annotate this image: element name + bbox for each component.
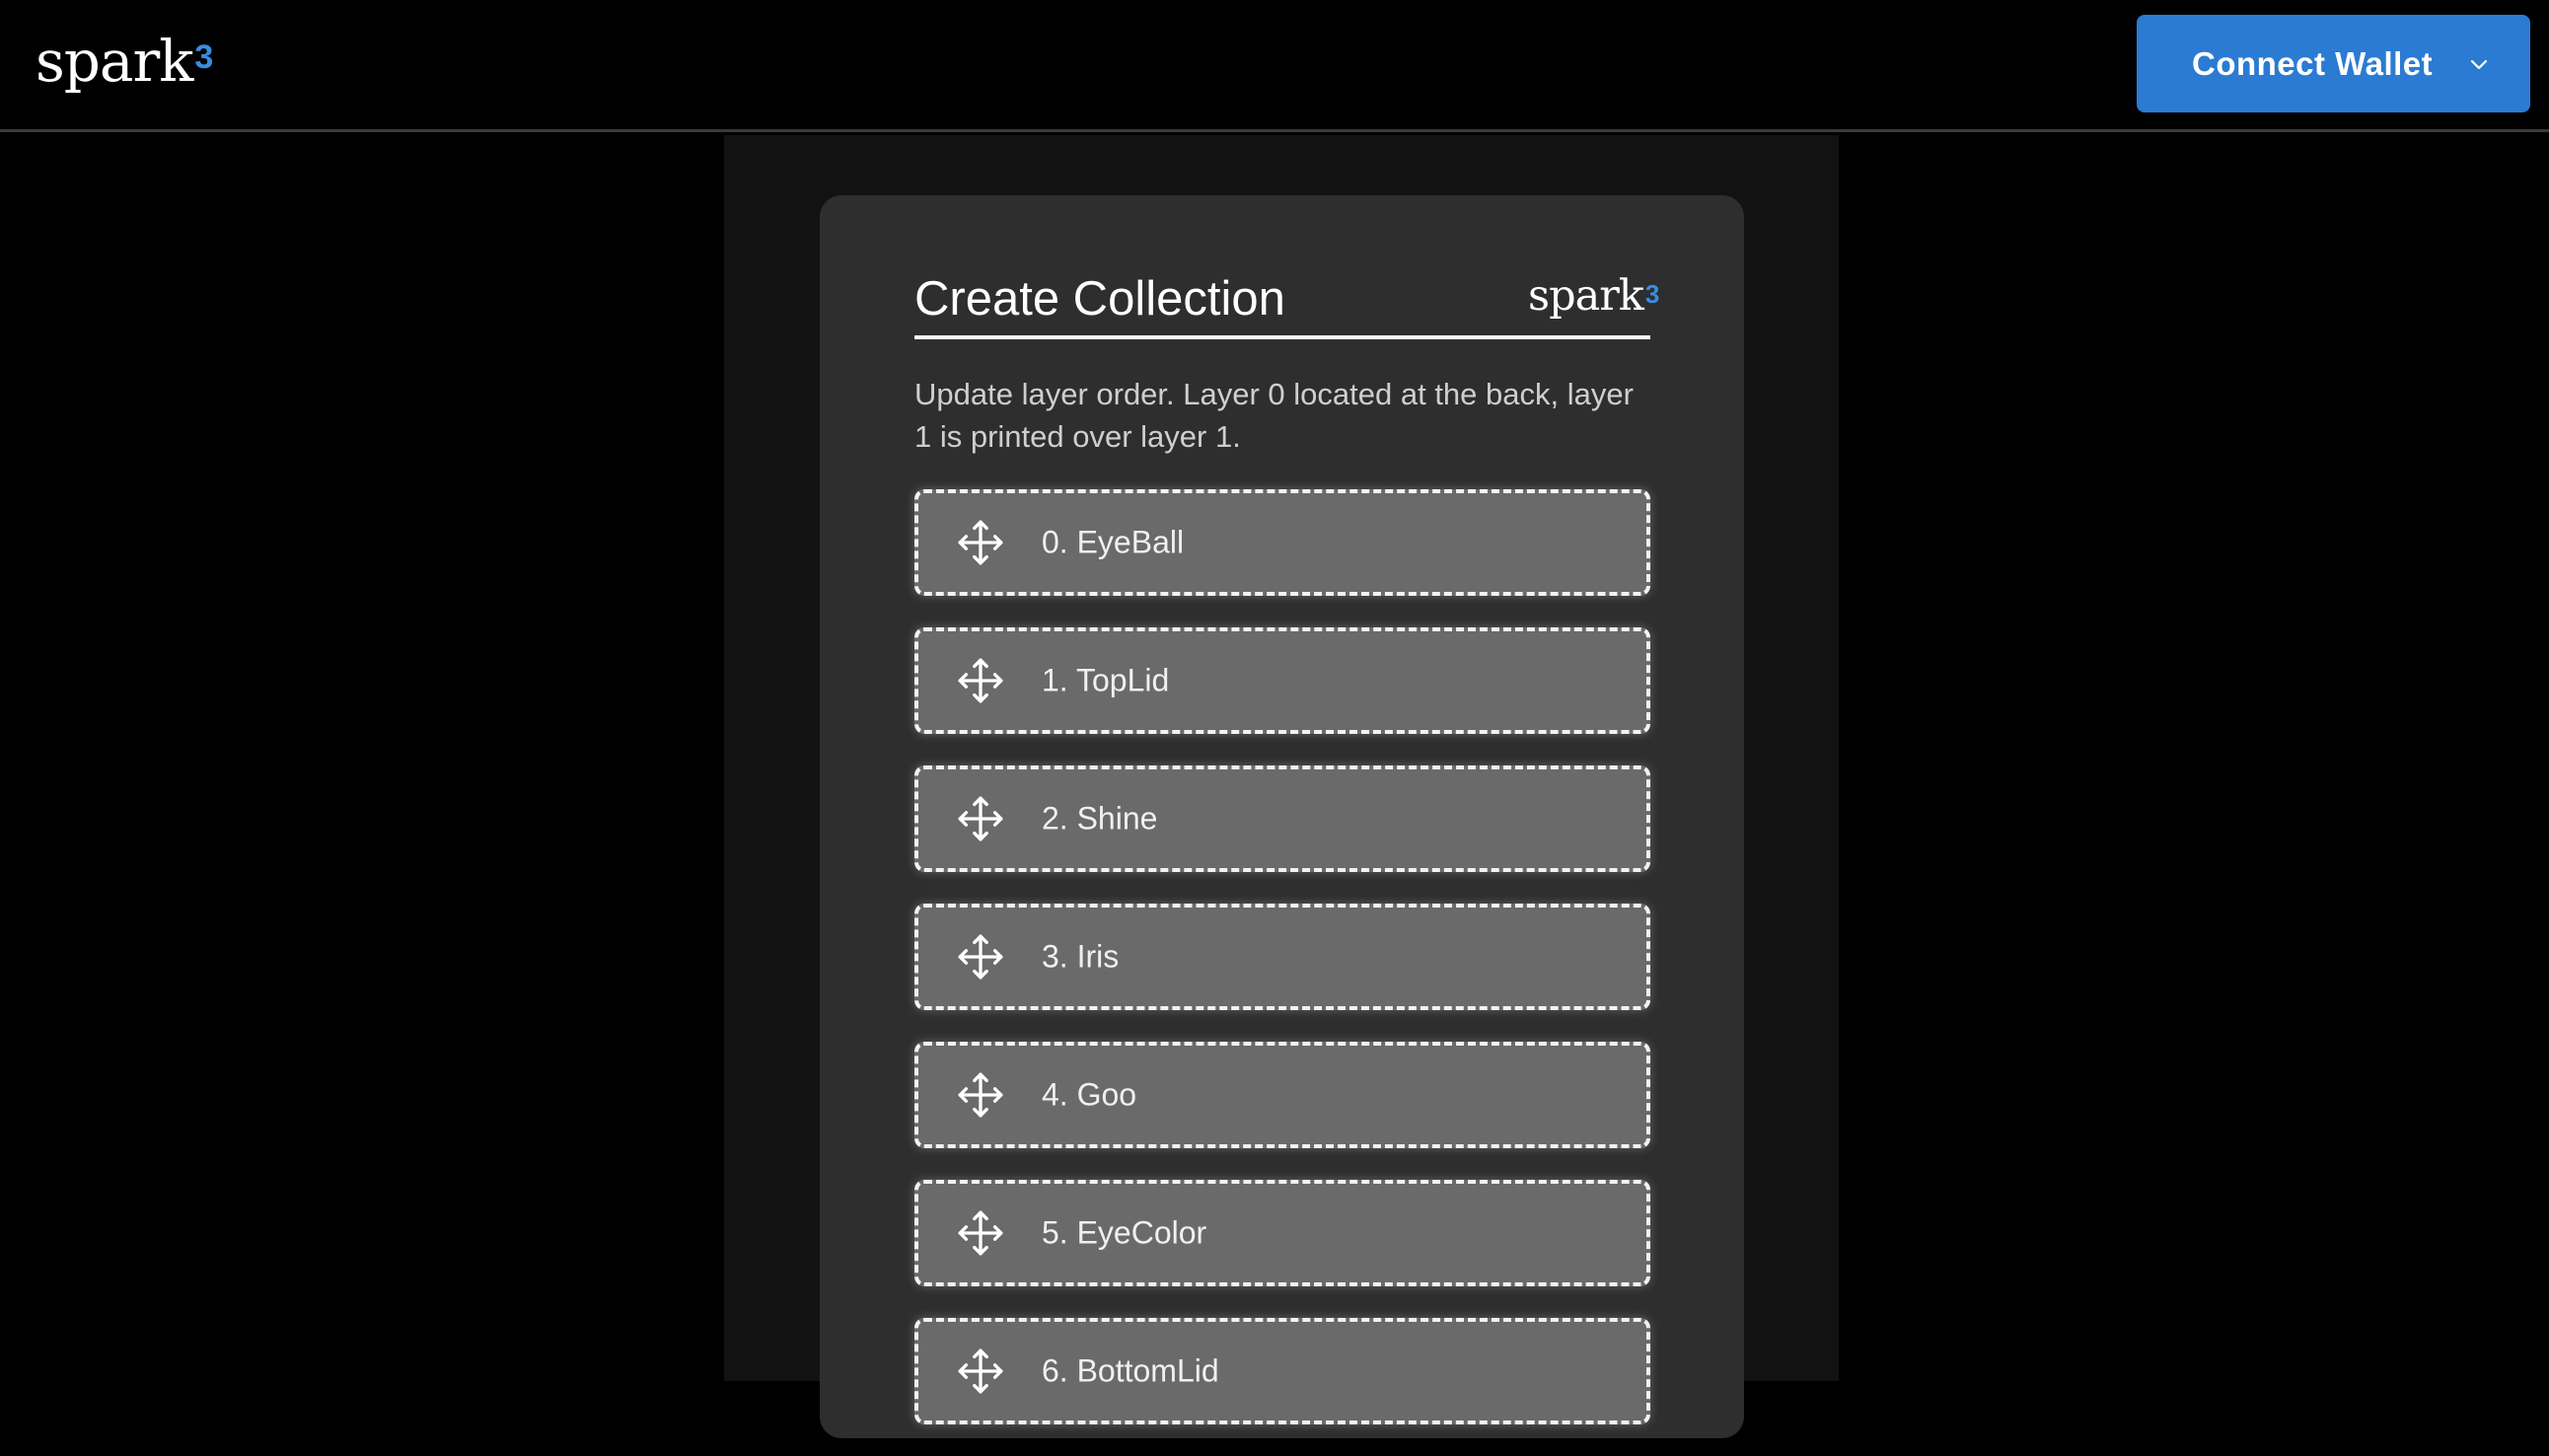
top-navbar: spark3 Connect Wallet bbox=[0, 0, 2549, 132]
layer-item[interactable]: 5. EyeColor bbox=[914, 1180, 1650, 1286]
chevron-down-icon bbox=[2470, 59, 2488, 69]
layer-list: 0. EyeBall 1. TopLid 2. Shine 3. Iris 4. Goo… bbox=[914, 489, 1650, 1456]
connect-wallet-label: Connect Wallet bbox=[2192, 44, 2434, 82]
connect-wallet-button[interactable]: Connect Wallet bbox=[2137, 15, 2530, 112]
logo-text: spark bbox=[36, 28, 193, 95]
move-icon[interactable] bbox=[956, 518, 1005, 567]
card-logo-superscript: 3 bbox=[1644, 279, 1660, 309]
layer-item[interactable]: 0. EyeBall bbox=[914, 489, 1650, 596]
move-icon[interactable] bbox=[956, 932, 1005, 982]
card-logo-text: spark bbox=[1528, 271, 1644, 321]
layer-item[interactable]: 2. Shine bbox=[914, 765, 1650, 872]
layer-label: 6. BottomLid bbox=[1042, 1352, 1219, 1389]
layer-item[interactable]: 1. TopLid bbox=[914, 627, 1650, 734]
move-icon[interactable] bbox=[956, 1347, 1005, 1396]
move-icon[interactable] bbox=[956, 656, 1005, 705]
layer-item[interactable]: 6. BottomLid bbox=[914, 1318, 1650, 1424]
layer-label: 1. TopLid bbox=[1042, 662, 1170, 698]
move-icon[interactable] bbox=[956, 1208, 1005, 1258]
page-title: Create Collection bbox=[914, 272, 1285, 326]
spark-logo[interactable]: spark3 bbox=[36, 22, 213, 101]
move-icon[interactable] bbox=[956, 1070, 1005, 1120]
layer-label: 3. Iris bbox=[1042, 938, 1120, 975]
logo-superscript: 3 bbox=[194, 38, 213, 76]
layer-item[interactable]: 4. Goo bbox=[914, 1042, 1650, 1148]
layer-label: 4. Goo bbox=[1042, 1076, 1137, 1113]
layer-item[interactable]: 3. Iris bbox=[914, 904, 1650, 1010]
layer-label: 2. Shine bbox=[1042, 800, 1158, 837]
card-spark-logo: spark3 bbox=[1528, 264, 1660, 328]
layer-label: 0. EyeBall bbox=[1042, 524, 1185, 560]
title-divider bbox=[914, 335, 1650, 339]
move-icon[interactable] bbox=[956, 794, 1005, 843]
layer-order-description: Update layer order. Layer 0 located at t… bbox=[914, 377, 1634, 454]
layer-label: 5. EyeColor bbox=[1042, 1214, 1207, 1251]
